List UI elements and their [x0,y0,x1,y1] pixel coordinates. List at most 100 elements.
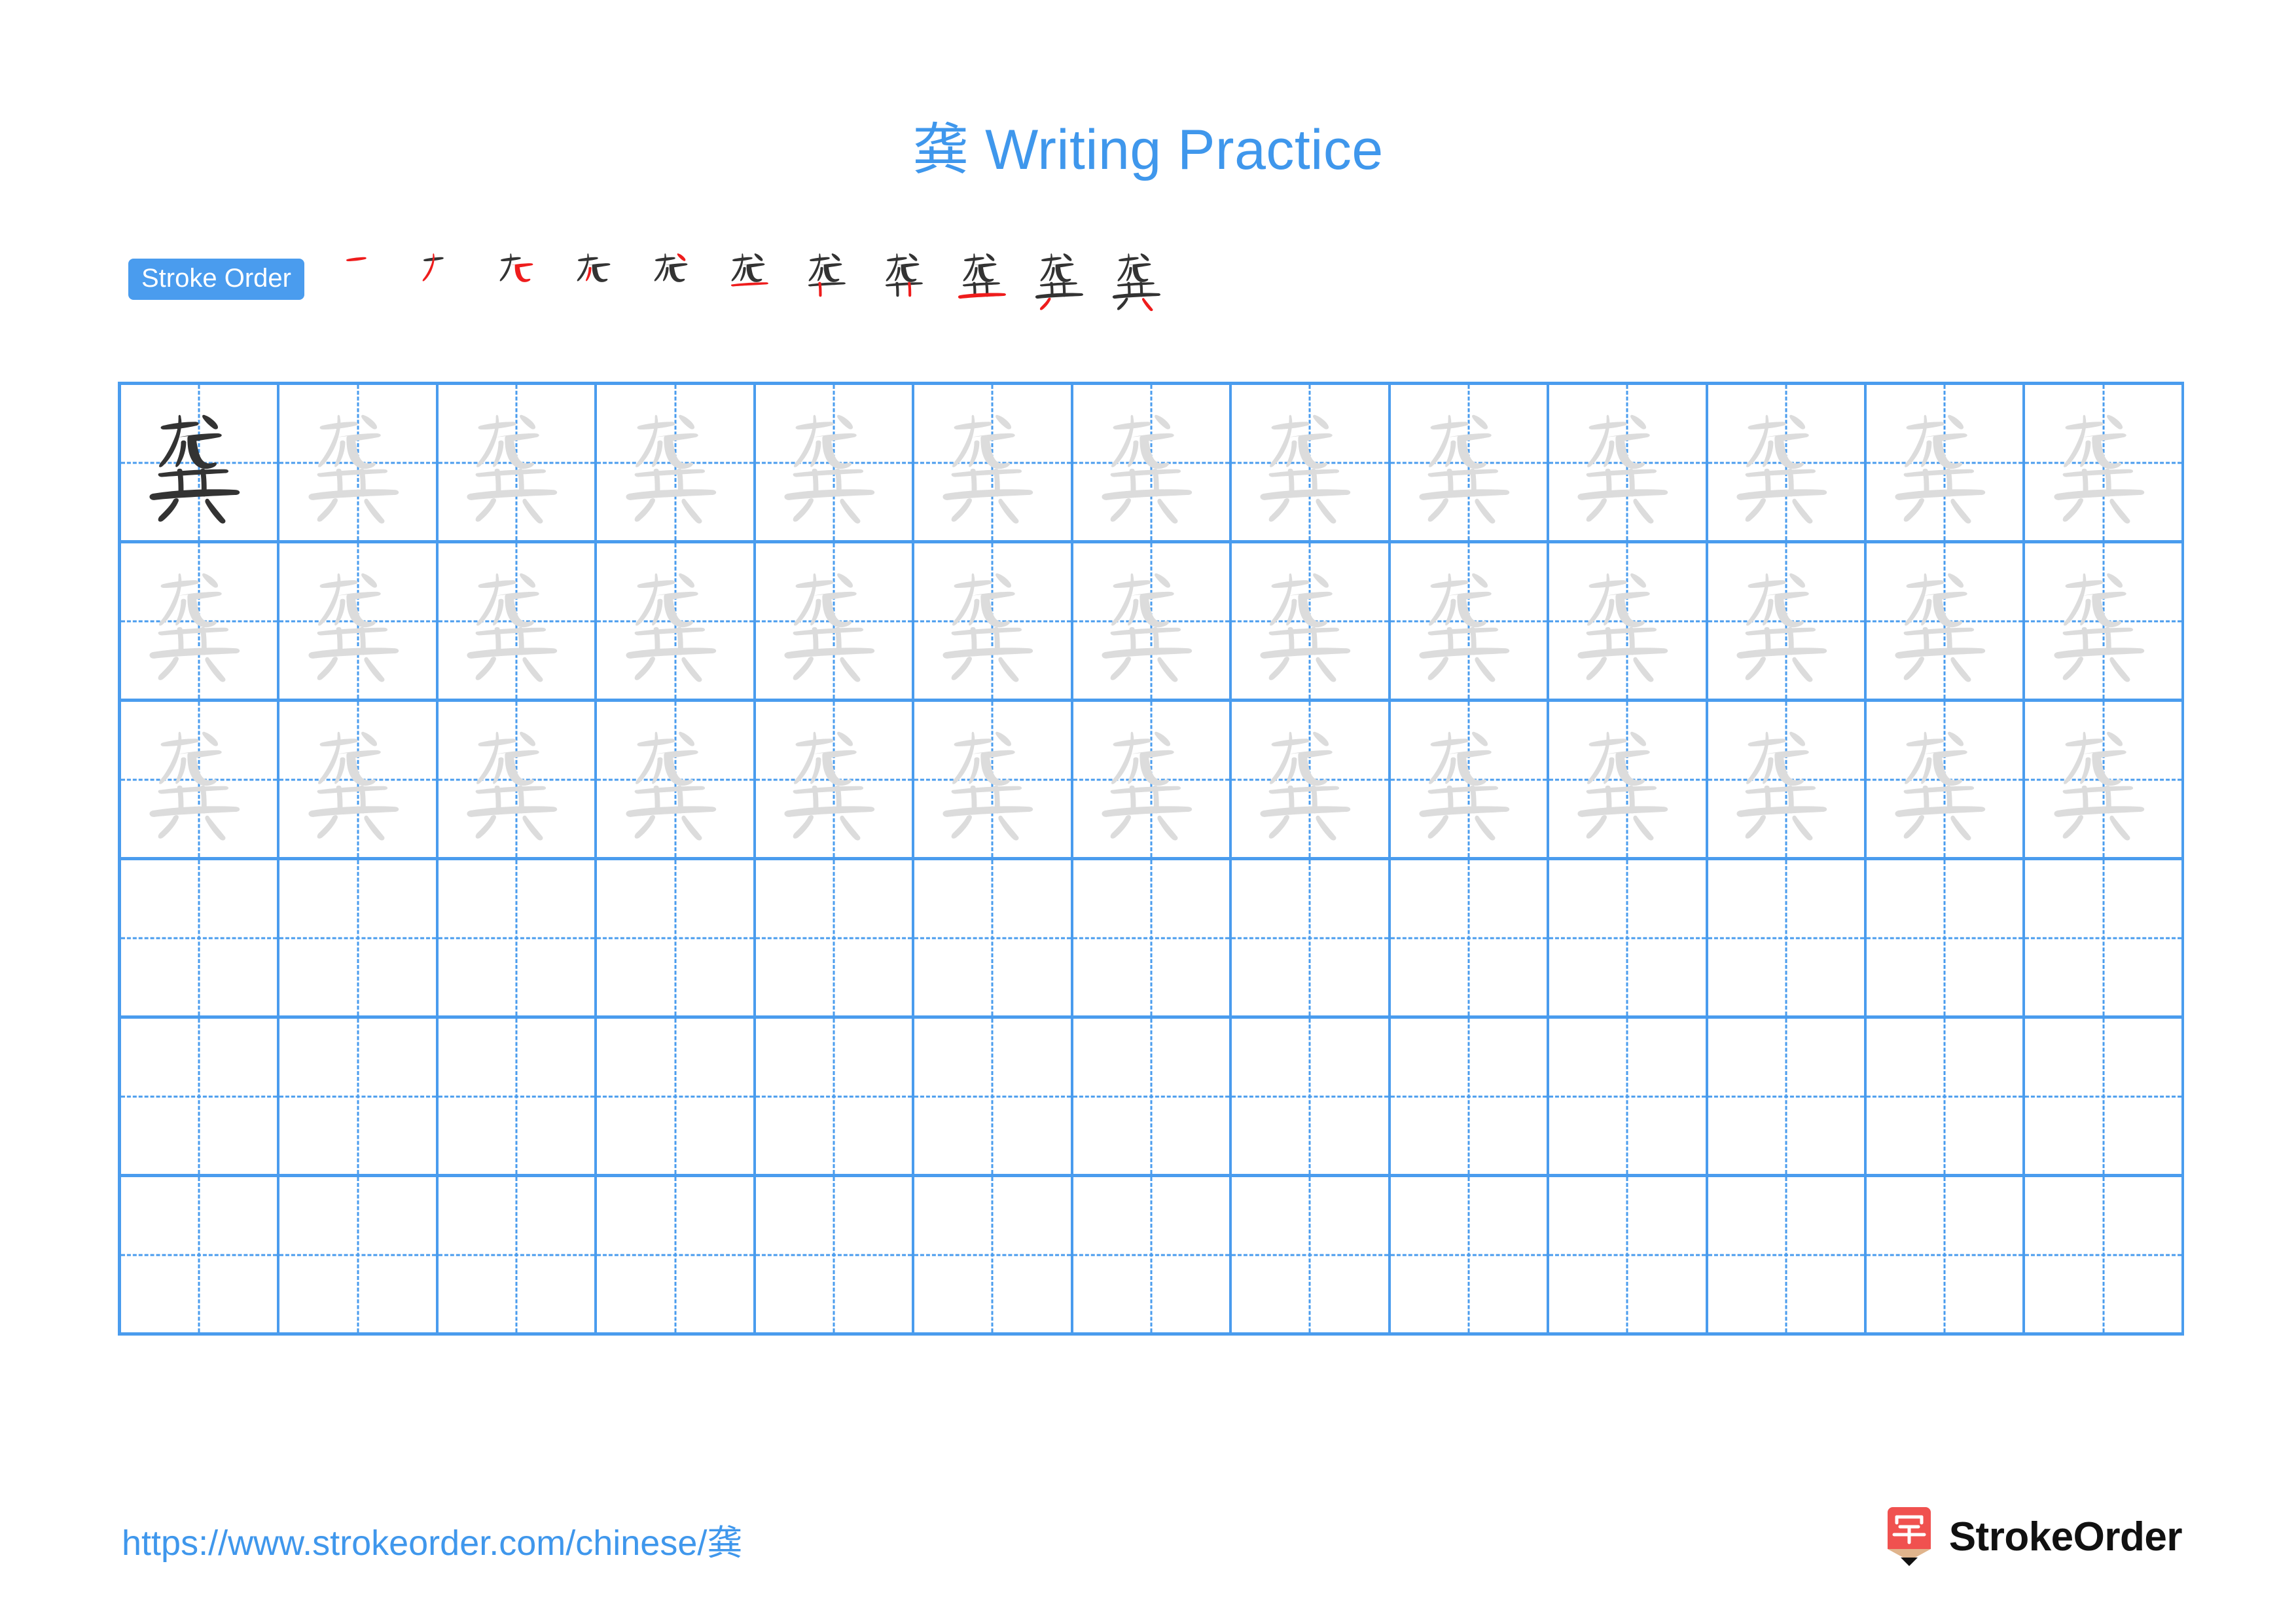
practice-cell[interactable] [438,385,598,540]
practice-cell[interactable] [914,385,1073,540]
practice-cell[interactable] [914,543,1073,699]
practice-cell[interactable] [597,543,756,699]
practice-cell[interactable] [438,1019,598,1174]
practice-cell[interactable] [279,543,439,699]
guide-horizontal [438,937,595,939]
practice-cell[interactable] [438,543,598,699]
practice-cell[interactable] [755,543,915,699]
practice-cell[interactable] [279,860,439,1015]
practice-cell[interactable] [1232,1177,1391,1332]
stroke-step-4 [560,245,637,313]
practice-cell[interactable] [121,860,280,1015]
guide-horizontal [2025,1095,2181,1097]
practice-cell[interactable] [597,385,756,540]
footer-logo[interactable]: StrokeOrder [1884,1506,2183,1567]
practice-cell[interactable] [1708,385,1867,540]
practice-cell[interactable] [1866,543,2026,699]
practice-cell[interactable] [1073,702,1232,857]
practice-cell[interactable] [279,1019,439,1174]
practice-cell[interactable] [1073,1177,1232,1332]
practice-cell[interactable] [1866,702,2026,857]
practice-cell[interactable] [279,702,439,857]
practice-cell[interactable] [1708,1019,1867,1174]
practice-cell[interactable] [755,860,915,1015]
practice-cell[interactable] [1549,860,1708,1015]
practice-cell[interactable] [755,1177,915,1332]
practice-cell[interactable] [755,702,915,857]
practice-cell[interactable] [597,1177,756,1332]
practice-cell[interactable] [1232,860,1391,1015]
trace-character [756,543,912,699]
guide-horizontal [914,1254,1071,1256]
practice-cell[interactable] [597,702,756,857]
practice-cell[interactable] [1390,860,1550,1015]
practice-cell[interactable] [1073,860,1232,1015]
practice-cell[interactable] [1708,860,1867,1015]
stroke-step-2 [405,245,482,313]
practice-grid-row [121,543,2184,702]
practice-cell[interactable] [1073,1019,1232,1174]
practice-cell[interactable] [914,702,1073,857]
practice-cell[interactable] [121,1019,280,1174]
practice-cell[interactable] [597,1019,756,1174]
practice-cell[interactable] [1390,702,1550,857]
practice-cell[interactable] [914,860,1073,1015]
practice-cell[interactable] [1232,385,1391,540]
guide-horizontal [597,1254,753,1256]
practice-cell[interactable] [1390,385,1550,540]
trace-character [1232,385,1388,540]
practice-cell[interactable] [438,860,598,1015]
practice-cell[interactable] [2025,385,2184,540]
practice-cell[interactable] [1549,543,1708,699]
practice-cell[interactable] [1866,385,2026,540]
practice-cell[interactable] [1390,543,1550,699]
practice-cell[interactable] [1390,1177,1550,1332]
practice-cell[interactable] [2025,543,2184,699]
practice-cell[interactable] [2025,702,2184,857]
practice-cell[interactable] [1073,543,1232,699]
practice-cell[interactable] [2025,860,2184,1015]
trace-character [1549,543,1705,699]
practice-cell[interactable] [1232,543,1391,699]
practice-cell[interactable] [1866,1177,2026,1332]
practice-cell[interactable] [1073,385,1232,540]
practice-cell[interactable] [1708,702,1867,857]
trace-character [2025,385,2181,540]
practice-cell[interactable] [1708,1177,1867,1332]
practice-cell[interactable] [597,860,756,1015]
guide-horizontal [755,1254,912,1256]
practice-cell[interactable] [438,1177,598,1332]
practice-cell[interactable] [1866,1019,2026,1174]
practice-cell[interactable] [755,1019,915,1174]
practice-cell[interactable] [121,702,280,857]
practice-cell[interactable] [279,385,439,540]
practice-cell[interactable] [438,702,598,857]
practice-cell[interactable] [1549,702,1708,857]
practice-cell[interactable] [1549,1019,1708,1174]
footer-url[interactable]: https://www.strokeorder.com/chinese/龚 [122,1514,742,1565]
trace-character [1708,543,1864,699]
practice-cell[interactable] [1549,1177,1708,1332]
practice-cell[interactable] [1232,1019,1391,1174]
practice-cell[interactable] [914,1019,1073,1174]
practice-cell[interactable] [2025,1177,2184,1332]
guide-horizontal [1708,1254,1864,1256]
practice-cell[interactable] [121,543,280,699]
practice-cell[interactable] [121,385,280,540]
trace-character [279,385,435,540]
trace-character [597,702,753,857]
practice-cell[interactable] [1549,385,1708,540]
stroke-step-10 [1023,245,1100,313]
practice-cell[interactable] [1866,860,2026,1015]
practice-cell[interactable] [1232,702,1391,857]
practice-cell[interactable] [755,385,915,540]
practice-cell[interactable] [1708,543,1867,699]
practice-cell[interactable] [914,1177,1073,1332]
practice-cell[interactable] [279,1177,439,1332]
stroke-step-5 [637,245,714,313]
trace-character [1867,385,2022,540]
practice-cell[interactable] [121,1177,280,1332]
guide-horizontal [121,1095,278,1097]
practice-cell[interactable] [1390,1019,1550,1174]
practice-cell[interactable] [2025,1019,2184,1174]
